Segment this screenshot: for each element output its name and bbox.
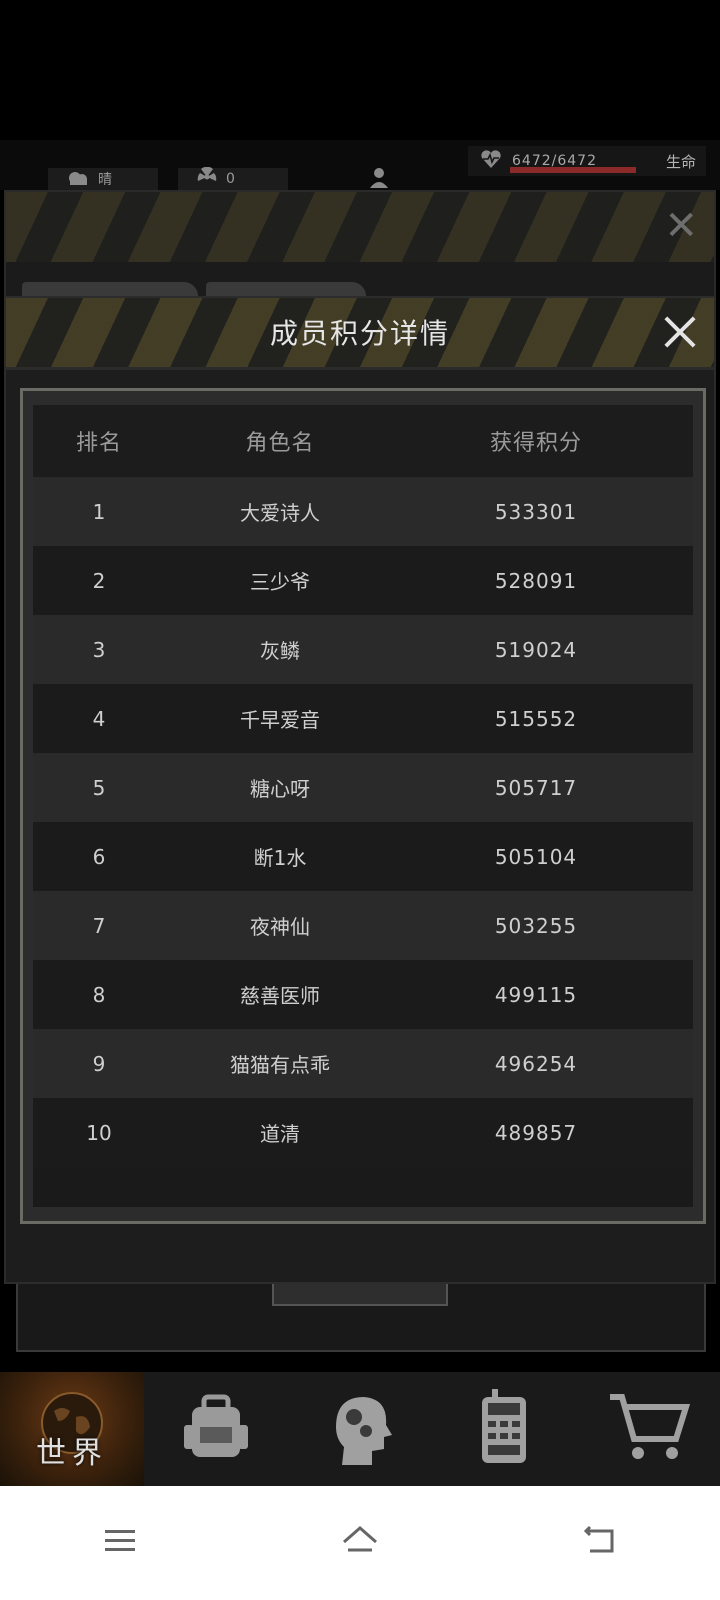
- points-cell: 519024: [494, 637, 578, 662]
- points-cell: 503255: [494, 913, 578, 938]
- rank-cell: 5: [92, 775, 106, 800]
- rank-cell: 1: [92, 499, 106, 524]
- table-row[interactable]: 6 断1水 505104: [33, 822, 693, 891]
- nav-world[interactable]: 世界: [0, 1372, 144, 1486]
- name-cell: 猫猫有点乖: [230, 1053, 330, 1077]
- column-header-points: 获得积分: [489, 431, 582, 456]
- system-nav-bar: [0, 1486, 720, 1600]
- name-cell: 大爱诗人: [240, 501, 320, 525]
- table-row[interactable]: 4 千早爱音 515552: [33, 684, 693, 753]
- ranking-table-frame: 排名 角色名 获得积分 1 大爱诗人 533301 2 三少爷 528091 3 灰鳞 5190…: [20, 388, 706, 1224]
- menu-icon: [103, 1527, 137, 1559]
- nav-world-label: 世界: [36, 1436, 108, 1471]
- close-icon[interactable]: [660, 312, 700, 352]
- name-cell: 道清: [260, 1122, 300, 1146]
- nav-skills[interactable]: [288, 1372, 432, 1486]
- background-close-icon[interactable]: ✕: [664, 206, 698, 246]
- rank-cell: 8: [92, 982, 106, 1007]
- rank-cell: 9: [92, 1051, 106, 1076]
- menu-button[interactable]: [90, 1513, 150, 1573]
- top-hud: 晴 0 6472/6472 生命: [0, 140, 720, 190]
- name-cell: 千早爱音: [240, 708, 320, 732]
- table-header: 排名 角色名 获得积分: [33, 405, 693, 477]
- points-cell: 505104: [494, 844, 578, 869]
- points-cell: 489857: [494, 1120, 578, 1145]
- radiation-indicator: 0: [178, 166, 288, 191]
- member-points-dialog: 成员积分详情 排名 角色名 获得积分 1 大爱诗人 533301 2 三少爷 528091…: [4, 296, 716, 1284]
- back-icon: [582, 1525, 618, 1561]
- rank-cell: 7: [92, 913, 106, 938]
- table-row[interactable]: 1 大爱诗人 533301: [33, 477, 693, 546]
- table-body: 1 大爱诗人 533301 2 三少爷 528091 3 灰鳞 519024 4 千早爱音 51555…: [33, 477, 693, 1167]
- table-row[interactable]: 5 糖心呀 505717: [33, 753, 693, 822]
- name-cell: 灰鳞: [260, 639, 300, 663]
- heartbeat-icon: [480, 149, 502, 173]
- dialog-title: 成员积分详情: [269, 317, 450, 350]
- weather-indicator: 晴: [48, 168, 158, 190]
- head-gears-icon: [322, 1387, 398, 1471]
- name-cell: 慈善医师: [240, 984, 320, 1008]
- home-button[interactable]: [330, 1513, 390, 1573]
- table-row[interactable]: 3 灰鳞 519024: [33, 615, 693, 684]
- survivor-indicator: [350, 168, 410, 190]
- points-cell: 499115: [494, 982, 578, 1007]
- ranking-table[interactable]: 排名 角色名 获得积分 1 大爱诗人 533301 2 三少爷 528091 3 灰鳞 5190…: [33, 405, 693, 1207]
- points-cell: 515552: [494, 706, 578, 731]
- points-cell: 496254: [494, 1051, 578, 1076]
- table-row[interactable]: 9 猫猫有点乖 496254: [33, 1029, 693, 1098]
- weather-label: 晴: [98, 172, 112, 188]
- backpack-icon: [178, 1389, 254, 1469]
- health-bar: [510, 167, 636, 173]
- name-cell: 夜神仙: [250, 915, 310, 939]
- nav-backpack[interactable]: [144, 1372, 288, 1486]
- health-label: 生命: [665, 152, 696, 171]
- rank-cell: 2: [92, 568, 106, 593]
- points-cell: 533301: [494, 499, 578, 524]
- back-button[interactable]: [570, 1513, 630, 1573]
- column-header-name: 角色名: [245, 431, 315, 456]
- cloud-icon: [66, 168, 90, 190]
- rank-cell: 6: [92, 844, 106, 869]
- table-row[interactable]: 10 道清 489857: [33, 1098, 693, 1167]
- health-indicator: 6472/6472 生命: [468, 146, 706, 176]
- home-icon: [340, 1524, 380, 1562]
- radiation-value: 0: [226, 171, 235, 187]
- rank-cell: 4: [92, 706, 106, 731]
- dialog-header: 成员积分详情: [6, 298, 714, 370]
- radio-icon: [474, 1387, 534, 1471]
- table-row[interactable]: 7 夜神仙 503255: [33, 891, 693, 960]
- rank-cell: 3: [92, 637, 106, 662]
- nav-shop[interactable]: [576, 1372, 720, 1486]
- hazard-stripe-banner: [6, 192, 714, 262]
- radiation-icon: [196, 166, 218, 191]
- name-cell: 糖心呀: [250, 777, 310, 801]
- name-cell: 断1水: [253, 846, 307, 870]
- points-cell: 528091: [494, 568, 578, 593]
- table-row[interactable]: 8 慈善医师 499115: [33, 960, 693, 1029]
- shop-cart-icon: [606, 1389, 691, 1469]
- table-row[interactable]: 2 三少爷 528091: [33, 546, 693, 615]
- name-cell: 三少爷: [250, 570, 310, 594]
- rank-cell: 10: [86, 1120, 112, 1145]
- points-cell: 505717: [494, 775, 578, 800]
- nav-radio[interactable]: [432, 1372, 576, 1486]
- person-icon: [368, 166, 390, 192]
- game-bottom-nav: 世界: [0, 1372, 720, 1486]
- column-header-rank: 排名: [75, 431, 122, 456]
